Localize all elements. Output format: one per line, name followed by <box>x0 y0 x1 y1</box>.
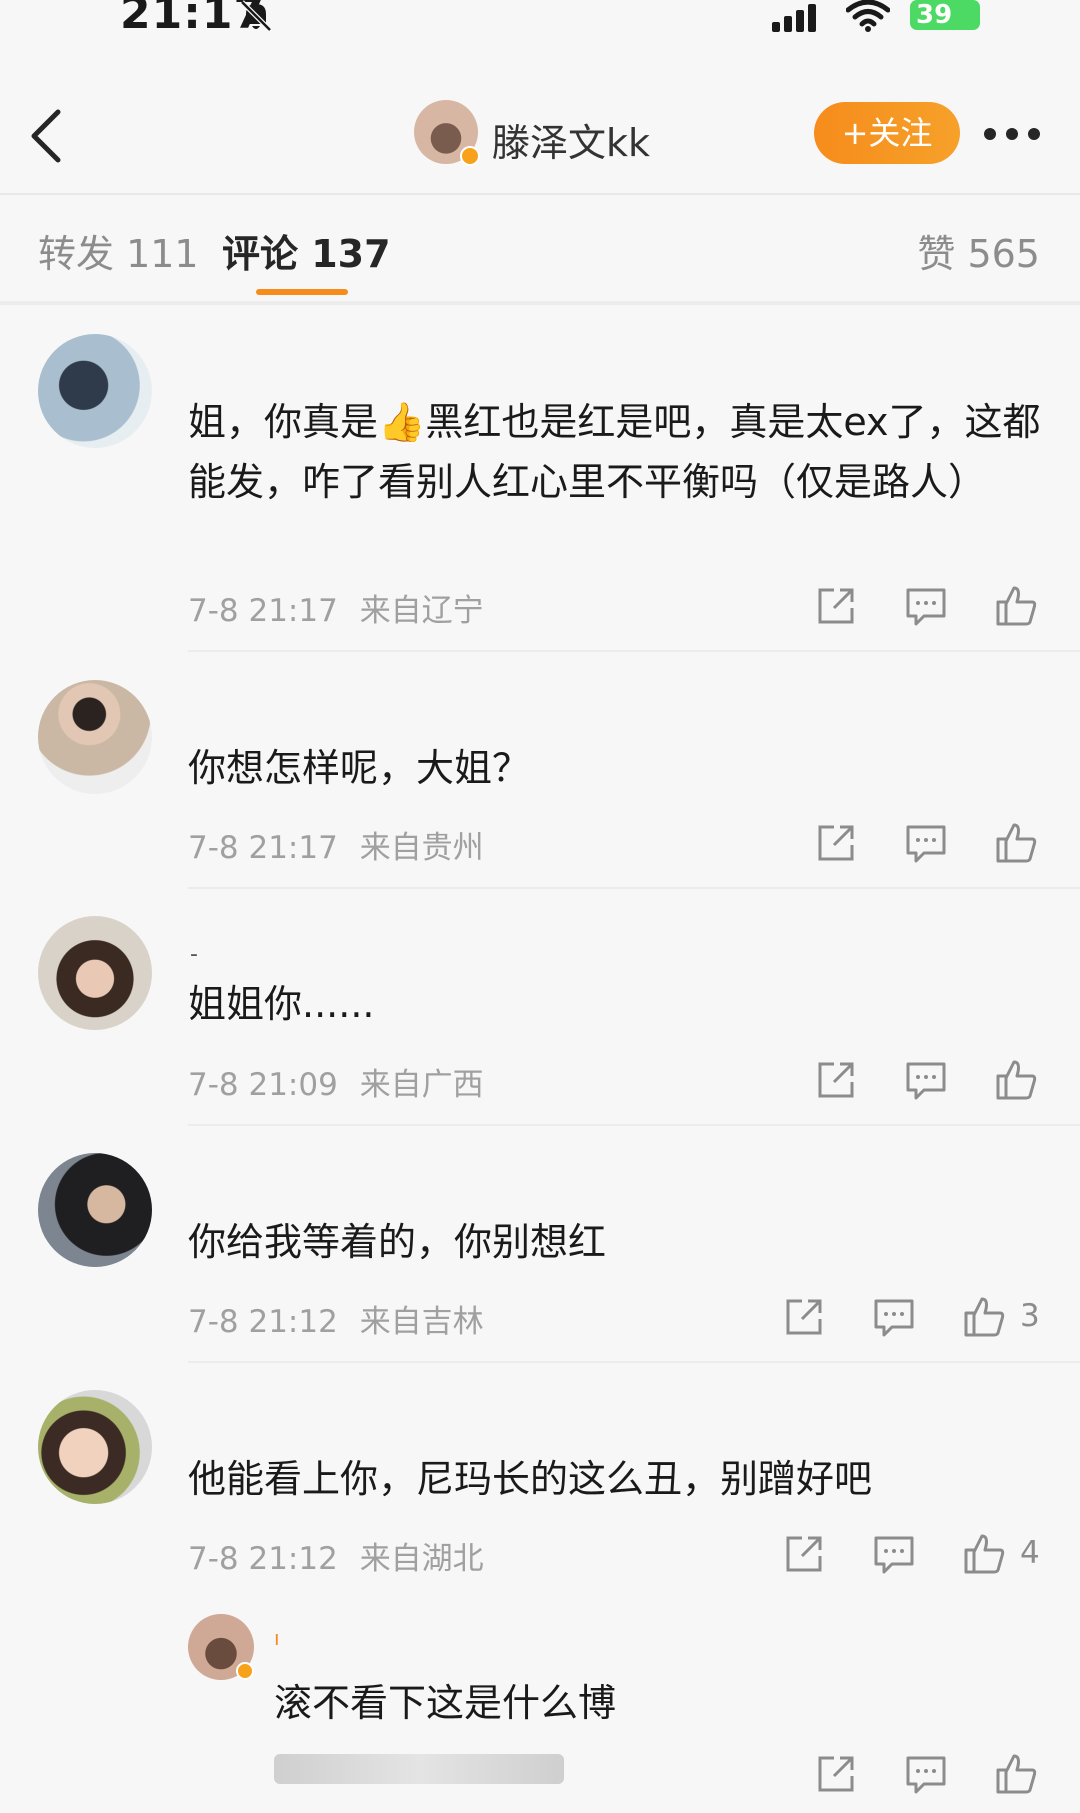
like-icon[interactable] <box>962 1532 1006 1576</box>
battery-indicator: 39 <box>910 0 980 30</box>
comment-icon[interactable] <box>904 584 948 628</box>
like-count: 3 <box>1020 1298 1040 1334</box>
comment-location: 来自吉林 <box>359 1304 484 1340</box>
like-icon[interactable] <box>994 1752 1038 1796</box>
battery-level: 39 <box>916 0 953 30</box>
comment-time: 7-8 21:09 <box>188 1067 338 1103</box>
share-icon[interactable] <box>814 1752 858 1796</box>
active-tab-indicator <box>256 289 348 295</box>
comment-divider <box>188 1361 1080 1363</box>
verified-badge-icon <box>236 1662 254 1680</box>
like-icon[interactable] <box>994 584 1038 628</box>
comment-time: 7-8 21:17 <box>188 830 338 866</box>
more-icon[interactable] <box>982 126 1042 142</box>
comment-location: 来自贵州 <box>359 830 484 866</box>
comment-time: 7-8 21:12 <box>188 1541 338 1577</box>
back-icon[interactable] <box>26 106 66 166</box>
comment-text: 他能看上你，尼玛长的这么丑，别蹭好吧 <box>188 1457 873 1501</box>
comment-text: 你想怎样呢，大姐？ <box>188 746 531 790</box>
share-icon[interactable] <box>814 584 858 628</box>
comment-location: 来自广西 <box>359 1067 484 1103</box>
reply-meta-blurred <box>274 1754 564 1784</box>
tab-like[interactable]: 赞 565 <box>917 223 1040 278</box>
verified-badge-icon <box>460 146 480 166</box>
comment-text: 你给我等着的，你别想红 <box>188 1220 607 1264</box>
comment-icon[interactable] <box>904 1058 948 1102</box>
tab-bar: 转发 111 评论 137 赞 565 <box>0 197 1080 305</box>
comment-mark: - <box>190 942 198 967</box>
comment-meta: 7-8 21:17 来自贵州 <box>188 822 484 867</box>
status-bar: 21:17 39 <box>0 0 1080 50</box>
commenter-avatar[interactable] <box>38 1153 152 1267</box>
share-icon[interactable] <box>782 1532 826 1576</box>
comment-location: 来自辽宁 <box>359 593 484 629</box>
like-icon[interactable] <box>994 1058 1038 1102</box>
like-icon[interactable] <box>962 1295 1006 1339</box>
tab-comment[interactable]: 评论 137 <box>222 223 391 278</box>
tab-repost[interactable]: 转发 111 <box>38 223 199 278</box>
comment-icon[interactable] <box>904 1752 948 1796</box>
comment-icon[interactable] <box>872 1532 916 1576</box>
nav-bar: 滕泽文kk +关注 <box>0 50 1080 195</box>
share-icon[interactable] <box>782 1295 826 1339</box>
comment-location: 来自湖北 <box>359 1541 484 1577</box>
signal-icon <box>772 4 816 32</box>
comment-time: 7-8 21:17 <box>188 593 338 629</box>
reply-text: 滚不看下这是什么博 <box>274 1681 617 1725</box>
share-icon[interactable] <box>814 1058 858 1102</box>
comment-time: 7-8 21:12 <box>188 1304 338 1340</box>
share-icon[interactable] <box>814 821 858 865</box>
commenter-avatar[interactable] <box>38 1390 152 1504</box>
bell-slash-icon <box>240 0 272 32</box>
reply-mark: ı <box>274 1626 280 1650</box>
wifi-icon <box>846 0 890 32</box>
comment-divider <box>188 1124 1080 1126</box>
comment-meta: 7-8 21:17 来自辽宁 <box>188 585 484 630</box>
like-count: 4 <box>1020 1535 1040 1571</box>
comment-divider <box>188 887 1080 889</box>
follow-button[interactable]: +关注 <box>814 102 960 164</box>
like-icon[interactable] <box>994 821 1038 865</box>
comment-icon[interactable] <box>904 821 948 865</box>
comment-meta: 7-8 21:12 来自吉林 <box>188 1296 484 1341</box>
comment-text: 姐，你真是👍黑红也是红是吧，真是太ex了，这都能发，咋了看别人红心里不平衡吗（仅… <box>188 400 1041 504</box>
commenter-avatar[interactable] <box>38 916 152 1030</box>
commenter-avatar[interactable] <box>38 680 152 794</box>
comment-icon[interactable] <box>872 1295 916 1339</box>
commenter-avatar[interactable] <box>38 334 152 448</box>
comment-text: 姐姐你...... <box>188 982 375 1026</box>
comment-meta: 7-8 21:12 来自湖北 <box>188 1533 484 1578</box>
comment-meta: 7-8 21:09 来自广西 <box>188 1059 484 1104</box>
author-name[interactable]: 滕泽文kk <box>492 112 650 167</box>
comment-divider <box>188 650 1080 652</box>
